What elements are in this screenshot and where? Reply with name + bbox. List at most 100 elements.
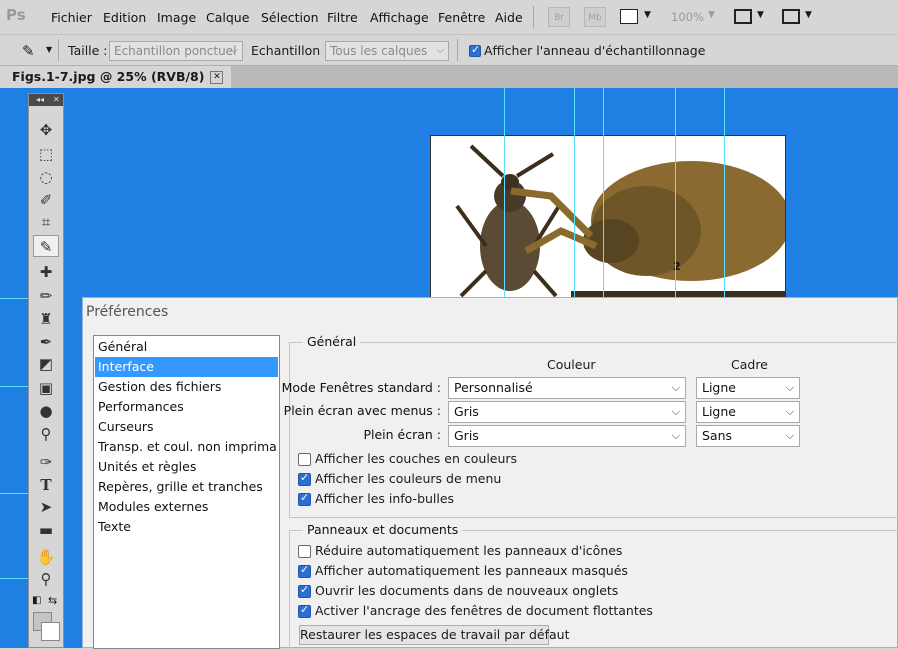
beetle-photo: [455, 144, 785, 297]
menu-fichier[interactable]: Fichier: [51, 10, 92, 25]
auto-show-hidden-panels-option[interactable]: Afficher automatiquement les panneaux ma…: [298, 563, 798, 579]
move-tool-icon[interactable]: ✥: [33, 119, 59, 141]
type-tool-icon[interactable]: T: [33, 474, 59, 496]
sample-layers-value: Tous les calques: [330, 44, 428, 58]
eraser-tool-icon[interactable]: ◩: [33, 353, 59, 375]
fullscreen-color-select[interactable]: Gris ⌵: [448, 425, 686, 447]
clone-stamp-tool-icon[interactable]: ♜: [33, 308, 59, 330]
collapse-icon[interactable]: ◂◂: [36, 94, 44, 106]
checkbox-unchecked[interactable]: [298, 453, 311, 466]
menu-bar: Ps Fichier Edition Image Calque Sélectio…: [0, 0, 898, 34]
view-extras-icon[interactable]: [620, 9, 638, 24]
swap-colors-icon[interactable]: ⇆: [48, 594, 57, 607]
crop-tool-icon[interactable]: ⌗: [33, 211, 59, 233]
path-selection-tool-icon[interactable]: ➤: [33, 496, 59, 518]
show-channels-in-color-option[interactable]: Afficher les couches en couleurs: [298, 451, 698, 467]
fullscreen-menus-frame-select[interactable]: Ligne ⌵: [696, 401, 800, 423]
arrange-documents-icon[interactable]: [734, 9, 752, 24]
document-tab-title: Figs.1-7.jpg @ 25% (RVB/8): [12, 69, 205, 84]
close-icon[interactable]: ✕: [210, 71, 224, 84]
chevron-down-icon[interactable]: ▼: [757, 10, 764, 20]
sampling-ring-label: Afficher l'anneau d'échantillonnage: [484, 43, 706, 58]
options-bar: ✎ ▼ Taille : Echantillon ponctuel ⌵ Echan…: [0, 34, 898, 66]
pen-tool-icon[interactable]: ✑: [33, 451, 59, 473]
restore-workspaces-button[interactable]: Restaurer les espaces de travail par déf…: [299, 625, 569, 645]
checkbox-checked[interactable]: [298, 471, 311, 486]
quick-selection-tool-icon[interactable]: ✐: [33, 189, 59, 211]
category-item[interactable]: Gestion des fichiers: [95, 377, 278, 397]
checkbox-label: Réduire automatiquement les panneaux d'i…: [315, 543, 623, 558]
checkbox-unchecked[interactable]: [298, 545, 311, 558]
sampling-ring-checkbox[interactable]: [469, 43, 481, 57]
menu-calque[interactable]: Calque: [206, 10, 249, 25]
sample-layers-select[interactable]: Tous les calques ⌵: [325, 41, 449, 61]
open-documents-as-tabs-option[interactable]: Ouvrir les documents dans de nouveaux on…: [298, 583, 798, 599]
marquee-tool-icon[interactable]: ⬚: [33, 143, 59, 165]
menu-selection[interactable]: Sélection: [261, 10, 319, 25]
enable-floating-docking-option[interactable]: Activer l'ancrage des fenêtres de docume…: [298, 603, 818, 619]
tools-panel-header[interactable]: ◂◂ ✕: [29, 94, 63, 106]
select-value: Gris: [454, 428, 479, 443]
show-tooltips-option[interactable]: Afficher les info-bulles: [298, 491, 698, 507]
menu-edition[interactable]: Edition: [103, 10, 146, 25]
category-item[interactable]: Texte: [95, 517, 278, 537]
chevron-down-icon[interactable]: ▼: [46, 45, 52, 54]
chevron-down-icon[interactable]: ▼: [805, 10, 812, 20]
show-menu-colors-option[interactable]: Afficher les couleurs de menu: [298, 471, 698, 487]
checkbox-checked[interactable]: [298, 563, 311, 578]
sample-size-select[interactable]: Echantillon ponctuel ⌵: [109, 41, 243, 61]
brush-tool-icon[interactable]: ✏: [33, 285, 59, 307]
hand-tool-icon[interactable]: ✋: [33, 546, 59, 568]
category-item[interactable]: Unités et règles: [95, 457, 278, 477]
eyedropper-icon[interactable]: ✎: [22, 42, 35, 60]
checkbox-checked[interactable]: [298, 583, 311, 598]
category-item[interactable]: Curseurs: [95, 417, 278, 437]
default-colors-icon[interactable]: ◧: [32, 595, 41, 606]
minibridge-button[interactable]: Mb: [584, 7, 606, 27]
chevron-down-icon[interactable]: ▼: [644, 10, 651, 20]
category-item-selected[interactable]: Interface: [95, 357, 278, 377]
panels-legend: Panneaux et documents: [303, 522, 463, 537]
zoom-level[interactable]: 100%: [671, 10, 704, 24]
menu-fenetre[interactable]: Fenêtre: [438, 10, 485, 25]
category-item[interactable]: Modules externes: [95, 497, 278, 517]
fullscreen-label: Plein écran :: [363, 427, 441, 442]
document-image[interactable]: 2: [430, 135, 786, 298]
category-item[interactable]: Performances: [95, 397, 278, 417]
lasso-tool-icon[interactable]: ◌: [33, 166, 59, 188]
gradient-tool-icon[interactable]: ▣: [33, 377, 59, 399]
bridge-button[interactable]: Br: [548, 7, 570, 27]
menu-affichage[interactable]: Affichage: [370, 10, 429, 25]
blur-tool-icon[interactable]: ●: [33, 400, 59, 422]
select-value: Personnalisé: [454, 380, 533, 395]
checkbox-checked[interactable]: [298, 491, 311, 506]
standard-mode-color-select[interactable]: Personnalisé ⌵: [448, 377, 686, 399]
sample-size-value: Echantillon ponctuel: [114, 44, 237, 58]
background-color-swatch[interactable]: [41, 622, 60, 641]
healing-brush-tool-icon[interactable]: ✚: [33, 261, 59, 283]
dialog-title: Préférences: [86, 304, 169, 320]
rectangle-tool-icon[interactable]: ▬: [33, 519, 59, 541]
eyedropper-tool-icon[interactable]: ✎: [33, 235, 59, 257]
screen-mode-icon[interactable]: [782, 9, 800, 24]
zoom-tool-icon[interactable]: ⚲: [33, 568, 59, 590]
menu-image[interactable]: Image: [157, 10, 196, 25]
guide-vertical: [603, 88, 604, 298]
category-item[interactable]: Transp. et coul. non imprimables: [95, 437, 278, 457]
standard-mode-frame-select[interactable]: Ligne ⌵: [696, 377, 800, 399]
category-item[interactable]: Général: [95, 337, 278, 357]
menu-filtre[interactable]: Filtre: [327, 10, 358, 25]
fullscreen-menus-color-select[interactable]: Gris ⌵: [448, 401, 686, 423]
category-item[interactable]: Repères, grille et tranches: [95, 477, 278, 497]
auto-collapse-icon-panels-option[interactable]: Réduire automatiquement les panneaux d'i…: [298, 543, 798, 559]
checkbox-label: Afficher les info-bulles: [315, 491, 455, 506]
checkbox-checked[interactable]: [298, 603, 311, 618]
history-brush-tool-icon[interactable]: ✒: [33, 331, 59, 353]
chevron-down-icon: ⌵: [785, 405, 794, 418]
chevron-down-icon[interactable]: ▼: [708, 10, 715, 20]
close-icon[interactable]: ✕: [53, 94, 60, 106]
menu-aide[interactable]: Aide: [495, 10, 523, 25]
fullscreen-frame-select[interactable]: Sans ⌵: [696, 425, 800, 447]
document-tab[interactable]: Figs.1-7.jpg @ 25% (RVB/8) ✕: [0, 66, 232, 88]
dodge-tool-icon[interactable]: ⚲: [33, 423, 59, 445]
